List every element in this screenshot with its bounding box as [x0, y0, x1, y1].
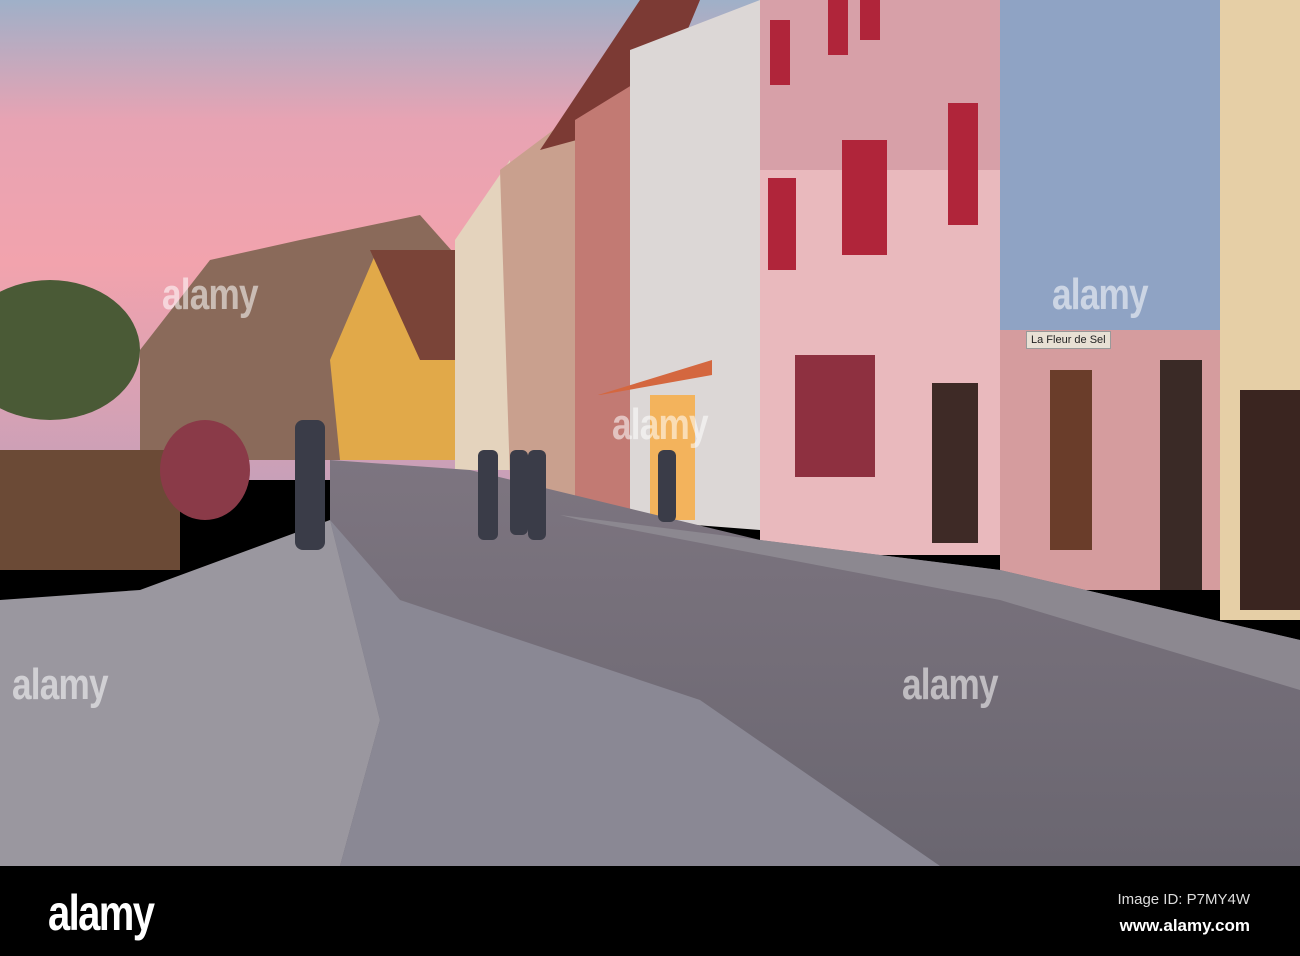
- watermark: alamy: [1051, 270, 1149, 319]
- footer-bar: alamy Image ID: P7MY4W www.alamy.com: [0, 866, 1300, 956]
- alamy-logo: alamy: [48, 885, 155, 941]
- watermark: alamy: [901, 660, 999, 709]
- website-link[interactable]: www.alamy.com: [1120, 916, 1250, 936]
- image-id: Image ID: P7MY4W: [1117, 891, 1250, 908]
- flowers: [160, 420, 250, 520]
- door-4: [1240, 390, 1300, 610]
- window-grill: [795, 355, 875, 477]
- watermark: alamy: [11, 660, 109, 709]
- door: [932, 383, 978, 543]
- door-3: [1160, 360, 1202, 590]
- door-2: [1050, 370, 1092, 550]
- watermark: alamy: [611, 400, 709, 449]
- wooden-railing: [0, 450, 180, 570]
- tan-house: [500, 110, 580, 500]
- shop-sign: La Fleur de Sel: [1026, 331, 1111, 349]
- photo-frame: La Fleur de Sel alamy alamy alamy alamy …: [0, 0, 1300, 956]
- watermark: alamy: [161, 270, 259, 319]
